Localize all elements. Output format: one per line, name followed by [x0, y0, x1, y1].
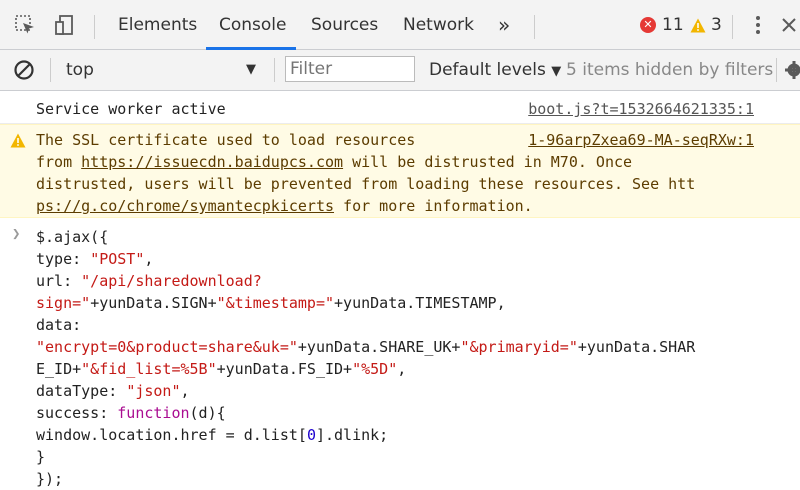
code-line: dataType: "json", — [36, 382, 190, 400]
console-input-code[interactable]: ❯ $.ajax({ type: "POST", url: "/api/shar… — [0, 218, 800, 490]
toolbar-divider — [534, 15, 535, 39]
console-output: Service worker active boot.js?t=15326646… — [0, 91, 800, 490]
code-line: $.ajax({ — [36, 228, 109, 246]
code-line: window.location.href = d.list[0].dlink; — [36, 426, 389, 444]
more-tabs-button[interactable]: » — [498, 0, 510, 50]
filter-input[interactable] — [285, 56, 415, 82]
console-message-info: Service worker active boot.js?t=15326646… — [0, 91, 800, 124]
message-source-link[interactable]: boot.js?t=1532664621335:1 — [528, 98, 754, 120]
device-toolbar-icon[interactable] — [52, 0, 78, 50]
code-line: sign="+yunData.SIGN+"&timestamp="+yunDat… — [36, 294, 506, 312]
hidden-items-status: 5 items hidden by filters — [566, 60, 774, 80]
tab-network[interactable]: Network — [403, 0, 474, 50]
close-icon[interactable] — [778, 0, 800, 50]
toolbar-divider — [776, 58, 777, 82]
toolbar-divider — [50, 58, 51, 82]
toolbar-divider — [732, 15, 733, 39]
code-line: E_ID+"&fid_list=%5B"+yunData.FS_ID+"%5D"… — [36, 360, 407, 378]
inspect-element-icon[interactable] — [12, 0, 38, 50]
context-selector[interactable]: top — [66, 51, 266, 89]
console-message-warning: The SSL certificate used to load resourc… — [0, 124, 800, 218]
context-dropdown-arrow-icon[interactable]: ▼ — [246, 51, 256, 89]
warning-url-link[interactable]: ps://g.co/chrome/symantecpkicerts — [36, 197, 334, 215]
code-line: type: "POST", — [36, 250, 154, 268]
code-line: data: — [36, 316, 82, 334]
warning-text-line: from https://issuecdn.baidupcs.com will … — [36, 153, 633, 171]
prompt-chevron-icon: ❯ — [12, 226, 21, 242]
message-source-link[interactable]: 1-96arpZxea69-MA-seqRXw:1 — [528, 129, 754, 151]
levels-dropdown-arrow-icon: ▼ — [551, 64, 562, 79]
code-line: }); — [36, 470, 64, 488]
warning-count: 3 — [711, 15, 722, 35]
kebab-menu-icon[interactable] — [748, 0, 768, 50]
toolbar-divider — [94, 15, 95, 39]
warning-icon — [690, 18, 706, 33]
code-line: url: "/api/sharedownload? — [36, 272, 262, 290]
warning-text-line: distrusted, users will be prevented from… — [36, 175, 696, 193]
error-count: 11 — [662, 15, 684, 35]
error-icon: ✕ — [640, 17, 656, 33]
settings-gear-icon[interactable] — [784, 50, 800, 90]
warning-icon — [10, 133, 26, 152]
devtools-tabbar: Elements Console Sources Network » ✕ 11 … — [0, 0, 800, 50]
tab-sources[interactable]: Sources — [311, 0, 378, 50]
toolbar-divider — [274, 58, 275, 82]
warning-url-link[interactable]: https://issuecdn.baidupcs.com — [81, 153, 343, 171]
clear-console-icon[interactable] — [12, 50, 36, 90]
log-levels-dropdown[interactable]: Default levels ▼ — [429, 51, 561, 89]
error-counter[interactable]: ✕ 11 — [640, 0, 684, 50]
warning-counter[interactable]: 3 — [690, 0, 722, 50]
code-line: success: function(d){ — [36, 404, 226, 422]
message-text: Service worker active — [36, 100, 226, 118]
warning-text-line: ps://g.co/chrome/symantecpkicerts for mo… — [36, 197, 533, 215]
warning-text-line: The SSL certificate used to load resourc… — [36, 131, 416, 149]
code-line: "encrypt=0&product=share&uk="+yunData.SH… — [36, 338, 696, 356]
code-line: } — [36, 448, 46, 466]
log-levels-label: Default levels — [429, 60, 546, 80]
tab-console[interactable]: Console — [219, 0, 287, 50]
tab-elements[interactable]: Elements — [118, 0, 197, 50]
